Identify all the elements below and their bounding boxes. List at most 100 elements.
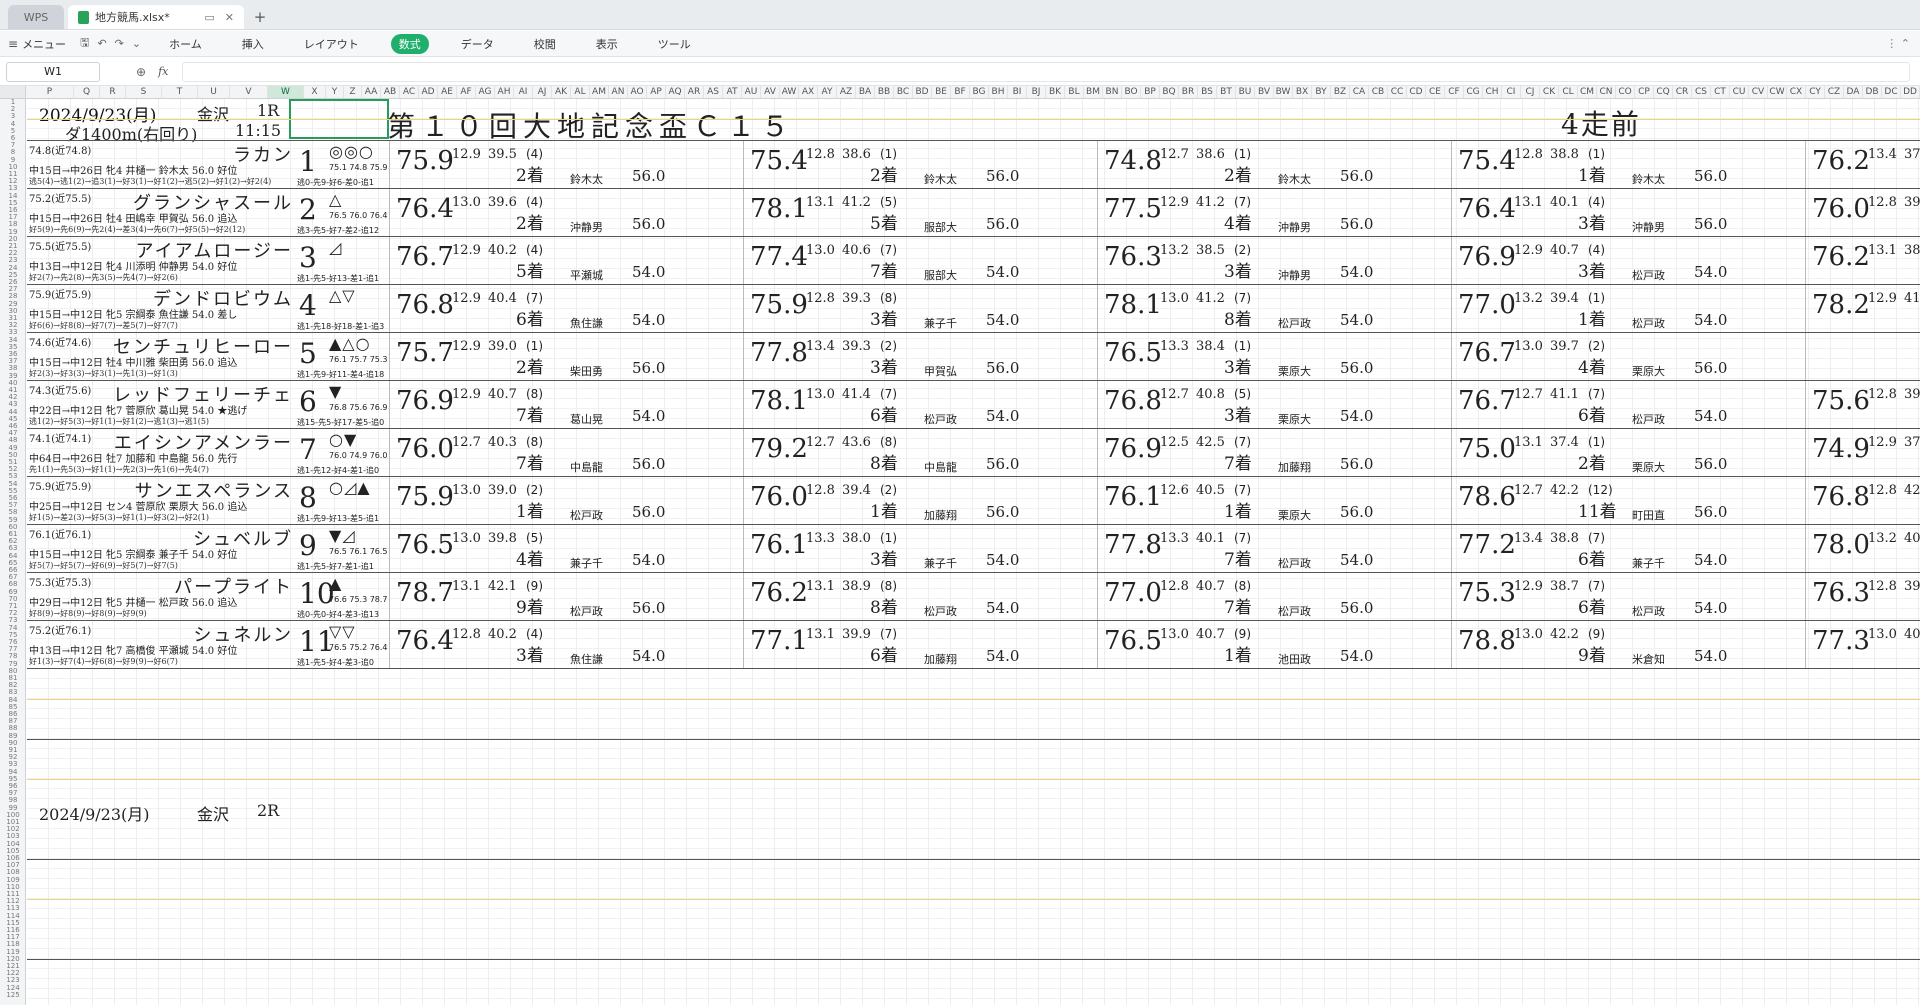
column-header-s[interactable]: S (126, 86, 162, 98)
column-header-t[interactable]: T (162, 86, 198, 98)
menu-insert[interactable]: 挿入 (234, 34, 272, 54)
row-number[interactable]: 88 (0, 725, 25, 732)
row-number[interactable]: 119 (0, 948, 25, 955)
column-header-aw[interactable]: AW (780, 86, 799, 98)
column-header-cq[interactable]: CQ (1654, 86, 1673, 98)
row-number[interactable]: 103 (0, 833, 25, 840)
column-header-q[interactable]: Q (74, 86, 100, 98)
row-number[interactable]: 82 (0, 682, 25, 689)
row-number[interactable]: 101 (0, 819, 25, 826)
row-number[interactable]: 78 (0, 653, 25, 660)
row-number[interactable]: 107 (0, 862, 25, 869)
row-number[interactable]: 84 (0, 696, 25, 703)
column-header-aa[interactable]: AA (362, 86, 381, 98)
row-number[interactable]: 104 (0, 840, 25, 847)
row-number[interactable]: 109 (0, 876, 25, 883)
row-number[interactable]: 55 (0, 487, 25, 494)
row-number[interactable]: 60 (0, 523, 25, 530)
tab-file[interactable]: 地方競馬.xlsx* ▭ ✕ (68, 5, 244, 29)
redo-icon[interactable]: ↷ (115, 37, 124, 50)
row-number[interactable]: 54 (0, 480, 25, 487)
column-header-cg[interactable]: CG (1464, 86, 1483, 98)
menu-view[interactable]: 表示 (588, 34, 626, 54)
menu-tools[interactable]: ツール (650, 34, 699, 54)
row-number[interactable]: 10 (0, 163, 25, 170)
column-header-bt[interactable]: BT (1217, 86, 1236, 98)
row-number[interactable]: 27 (0, 286, 25, 293)
row-number[interactable]: 24 (0, 264, 25, 271)
row-number[interactable]: 18 (0, 221, 25, 228)
row-number[interactable]: 70 (0, 595, 25, 602)
row-number[interactable]: 12 (0, 178, 25, 185)
row-number[interactable]: 93 (0, 761, 25, 768)
close-icon[interactable]: ✕ (225, 11, 234, 24)
row-number[interactable]: 65 (0, 559, 25, 566)
row-number[interactable]: 69 (0, 588, 25, 595)
menu-data[interactable]: データ (453, 34, 502, 54)
menu-review[interactable]: 校閲 (526, 34, 564, 54)
row-number[interactable]: 48 (0, 437, 25, 444)
menu-home[interactable]: ホーム (161, 34, 210, 54)
row-number[interactable]: 32 (0, 322, 25, 329)
column-header-cu[interactable]: CU (1730, 86, 1749, 98)
row-number[interactable]: 47 (0, 430, 25, 437)
save-icon[interactable]: 🖫 (80, 34, 89, 53)
column-header-ca[interactable]: CA (1350, 86, 1369, 98)
row-number[interactable]: 117 (0, 934, 25, 941)
column-header-ao[interactable]: AO (628, 86, 647, 98)
row-number[interactable]: 13 (0, 185, 25, 192)
row-number[interactable]: 111 (0, 891, 25, 898)
row-number[interactable]: 72 (0, 610, 25, 617)
column-header-cb[interactable]: CB (1369, 86, 1388, 98)
row-number[interactable]: 106 (0, 855, 25, 862)
row-number[interactable]: 89 (0, 732, 25, 739)
column-header-cs[interactable]: CS (1692, 86, 1711, 98)
column-header-aq[interactable]: AQ (666, 86, 685, 98)
column-header-ac[interactable]: AC (400, 86, 419, 98)
column-header-db[interactable]: DB (1863, 86, 1882, 98)
column-header-bu[interactable]: BU (1236, 86, 1255, 98)
column-header-aj[interactable]: AJ (533, 86, 552, 98)
column-header-z[interactable]: Z (344, 86, 362, 98)
column-header-cn[interactable]: CN (1597, 86, 1616, 98)
column-header-au[interactable]: AU (742, 86, 761, 98)
column-header-ab[interactable]: AB (381, 86, 400, 98)
column-header-af[interactable]: AF (457, 86, 476, 98)
row-number[interactable]: 116 (0, 927, 25, 934)
column-header-ai[interactable]: AI (514, 86, 533, 98)
column-header-bm[interactable]: BM (1084, 86, 1103, 98)
row-number[interactable]: 81 (0, 675, 25, 682)
row-number[interactable]: 94 (0, 768, 25, 775)
column-header-bv[interactable]: BV (1255, 86, 1274, 98)
row-number[interactable]: 1 (0, 99, 25, 106)
column-header-cl[interactable]: CL (1559, 86, 1578, 98)
column-header-ba[interactable]: BA (856, 86, 875, 98)
column-header-cx[interactable]: CX (1787, 86, 1806, 98)
row-number[interactable]: 49 (0, 444, 25, 451)
row-number[interactable]: 46 (0, 423, 25, 430)
column-header-dc[interactable]: DC (1882, 86, 1901, 98)
column-header-bs[interactable]: BS (1198, 86, 1217, 98)
row-number[interactable]: 79 (0, 660, 25, 667)
row-number[interactable]: 22 (0, 250, 25, 257)
row-number[interactable]: 17 (0, 214, 25, 221)
column-header-ci[interactable]: CI (1502, 86, 1521, 98)
row-number[interactable]: 2 (0, 106, 25, 113)
row-number[interactable]: 73 (0, 617, 25, 624)
formula-input[interactable] (182, 61, 1910, 82)
row-number[interactable]: 124 (0, 984, 25, 991)
column-header-ay[interactable]: AY (818, 86, 837, 98)
row-number[interactable]: 35 (0, 343, 25, 350)
row-number[interactable]: 108 (0, 869, 25, 876)
select-all-corner[interactable] (0, 86, 26, 98)
menu-layout[interactable]: レイアウト (296, 34, 367, 54)
row-number[interactable]: 41 (0, 387, 25, 394)
column-header-w[interactable]: W (268, 86, 304, 98)
row-number[interactable]: 71 (0, 603, 25, 610)
row-number[interactable]: 113 (0, 905, 25, 912)
row-number[interactable]: 59 (0, 516, 25, 523)
row-number[interactable]: 121 (0, 963, 25, 970)
row-number[interactable]: 33 (0, 329, 25, 336)
column-header-cy[interactable]: CY (1806, 86, 1825, 98)
row-number[interactable]: 95 (0, 775, 25, 782)
